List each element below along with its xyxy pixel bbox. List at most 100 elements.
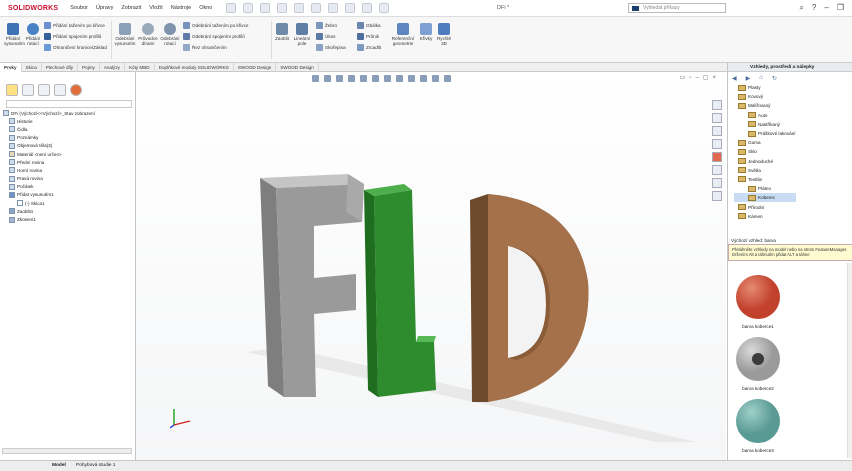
shell-button[interactable]: Skořepina xyxy=(316,44,346,51)
boundary-boss-button[interactable]: Ohraničení hranice/Základ xyxy=(44,44,107,51)
appearance-folder-car[interactable]: Auto xyxy=(734,111,796,120)
menu-window[interactable]: Okno xyxy=(199,5,212,11)
letter-d[interactable] xyxy=(470,194,589,402)
menu-tools[interactable]: Nástroje xyxy=(171,5,191,11)
display-manager-tab-icon[interactable] xyxy=(70,84,82,96)
back-icon[interactable]: ◀ xyxy=(732,75,737,82)
extruded-cut-button[interactable]: Odebrání vysunutím xyxy=(114,23,136,46)
property-manager-tab-icon[interactable] xyxy=(22,84,34,96)
appearance-folder-plastic[interactable]: Plasty xyxy=(734,83,796,92)
appearance-thumbnail-2[interactable] xyxy=(734,335,782,383)
tab-sketch[interactable]: Skica xyxy=(22,63,42,72)
revolve-boss-button[interactable]: Přidání rotací xyxy=(24,23,42,46)
select-icon[interactable] xyxy=(328,3,339,13)
appearance-folder-painted[interactable]: Malířovaný xyxy=(734,101,796,110)
search-icon[interactable]: ⌕ xyxy=(799,3,803,13)
tree-item-sketch1[interactable]: (-) Skica1 xyxy=(3,199,95,207)
home-icon[interactable] xyxy=(226,3,237,13)
tree-item-chamfer1[interactable]: Zkosení1 xyxy=(3,215,95,223)
menu-view[interactable]: Zobrazit xyxy=(121,5,141,11)
tree-item-right-plane[interactable]: Pravá rovina xyxy=(3,175,95,183)
tab-solidworks-addins[interactable]: Doplňkové moduly SOLIDWORKS xyxy=(155,63,234,72)
fillet-button[interactable]: Zaoblit xyxy=(273,23,291,41)
refresh-icon[interactable]: ↻ xyxy=(772,75,777,82)
rebuild-icon[interactable] xyxy=(345,3,356,13)
tab-markup[interactable]: Pojmy xyxy=(78,63,100,72)
search-commands-input[interactable]: Vyhledat příkazy xyxy=(628,3,726,13)
boundary-cut-button[interactable]: Řez ohraničením xyxy=(183,44,227,51)
curves-button[interactable]: Křivky xyxy=(418,23,434,41)
tab-swood-design[interactable]: SWOOD Design xyxy=(234,63,277,72)
print-icon[interactable] xyxy=(294,3,305,13)
appearance-folder-sprayed[interactable]: Nastříkaný xyxy=(734,120,796,129)
tab-motion-study[interactable]: Pohybová studie 1 xyxy=(76,463,115,468)
appearance-folder-glass[interactable]: Sklo xyxy=(734,147,796,156)
custom-properties-icon[interactable] xyxy=(712,165,722,175)
appearance-folder-canvas[interactable]: Plátno xyxy=(734,184,796,193)
options-icon[interactable] xyxy=(379,3,390,13)
instant3d-button[interactable]: Rychlé 3D xyxy=(436,23,452,46)
open-icon[interactable] xyxy=(260,3,271,13)
tree-item-material[interactable]: Materiál <není určen> xyxy=(3,150,95,158)
appearance-folder-stone[interactable]: Kámen xyxy=(734,212,796,221)
menu-file[interactable]: Soubor xyxy=(70,5,88,11)
menu-insert[interactable]: Vložit xyxy=(149,5,162,11)
thumbnails-vertical-scrollbar[interactable] xyxy=(847,263,852,458)
save-icon[interactable] xyxy=(277,3,288,13)
appearance-folder-powder-coat[interactable]: Práškové lakování xyxy=(734,129,796,138)
help-icon[interactable]: ? xyxy=(812,3,816,13)
file-explorer-icon[interactable] xyxy=(712,126,722,136)
minimize-icon[interactable]: – xyxy=(824,3,828,13)
file-properties-icon[interactable] xyxy=(362,3,373,13)
dimxpert-tab-icon[interactable] xyxy=(54,84,66,96)
restore-icon[interactable]: ❐ xyxy=(837,3,844,13)
mirror-button[interactable]: Zrcadlit xyxy=(357,44,381,51)
tab-model[interactable]: Model xyxy=(52,463,66,468)
solidworks-resources-icon[interactable] xyxy=(712,100,722,110)
graphics-viewport[interactable]: ▭▫–▢× xyxy=(136,72,726,460)
view-palette-icon[interactable] xyxy=(712,139,722,149)
appearance-folder-lights[interactable]: Světla xyxy=(734,166,796,175)
undo-icon[interactable] xyxy=(311,3,322,13)
design-library-icon[interactable] xyxy=(712,113,722,123)
tree-item-solid-bodies[interactable]: Objemová těla(3) xyxy=(3,142,95,150)
swept-boss-button[interactable]: Přidání tažením po křivce xyxy=(44,22,105,29)
rib-button[interactable]: Žebro xyxy=(316,22,337,29)
wrap-button[interactable]: Obálka xyxy=(357,22,381,29)
tree-item-origin[interactable]: Počátek xyxy=(3,183,95,191)
tree-item-sensors[interactable]: Čidla xyxy=(3,125,95,133)
tab-sheet-metal[interactable]: Plechové díly xyxy=(42,63,79,72)
extrude-boss-button[interactable]: Přidání vysunutím xyxy=(4,23,25,46)
appearance-thumbnail-3[interactable] xyxy=(734,397,782,445)
linear-pattern-button[interactable]: Lineární pole xyxy=(293,23,311,46)
tab-swood-design-2[interactable]: SWOOD Design xyxy=(276,63,319,72)
revolved-cut-button[interactable]: Odebrání rotací xyxy=(160,23,180,46)
appearance-folder-carpet[interactable]: Koberec xyxy=(734,193,796,203)
tree-item-extrude1[interactable]: Přidat vysunutím1 xyxy=(3,191,95,199)
tree-item-top-plane[interactable]: Horní rovina xyxy=(3,166,95,174)
menu-edit[interactable]: Úpravy xyxy=(96,5,113,11)
appearances-icon[interactable] xyxy=(712,152,722,162)
tree-horizontal-scrollbar[interactable] xyxy=(2,448,132,454)
lofted-cut-button[interactable]: Odebrání spojením profilů xyxy=(183,33,245,40)
forward-icon[interactable]: ▶ xyxy=(746,75,751,82)
forum-icon[interactable] xyxy=(712,178,722,188)
appearance-folder-simple[interactable]: Jednoduché xyxy=(734,157,796,166)
appearance-folder-metal[interactable]: Kovový xyxy=(734,92,796,101)
configuration-manager-tab-icon[interactable] xyxy=(38,84,50,96)
tree-item-part[interactable]: DFi (Výchozí<<Výchozí>_Stav zobrazení xyxy=(3,109,95,117)
tree-filter-input[interactable] xyxy=(6,100,132,108)
swood-icon[interactable] xyxy=(712,191,722,201)
tree-item-history[interactable]: Historie xyxy=(3,117,95,125)
tab-evaluate[interactable]: Analýzy xyxy=(100,63,125,72)
intersect-button[interactable]: Průnik xyxy=(357,33,379,40)
appearance-folder-rubber[interactable]: Guma xyxy=(734,138,796,147)
tab-mbd-dimensions[interactable]: Kóty MBD xyxy=(125,63,155,72)
tree-item-front-plane[interactable]: Přední rovina xyxy=(3,158,95,166)
tree-item-annotations[interactable]: Poznámky xyxy=(3,134,95,142)
home-icon[interactable]: ⌂ xyxy=(759,75,763,82)
appearance-folder-fabric[interactable]: Textilie xyxy=(734,175,796,184)
tree-item-fillet1[interactable]: Zaoblit1 xyxy=(3,207,95,215)
appearance-thumbnail-1[interactable] xyxy=(734,273,782,321)
feature-manager-tab-icon[interactable] xyxy=(6,84,18,96)
